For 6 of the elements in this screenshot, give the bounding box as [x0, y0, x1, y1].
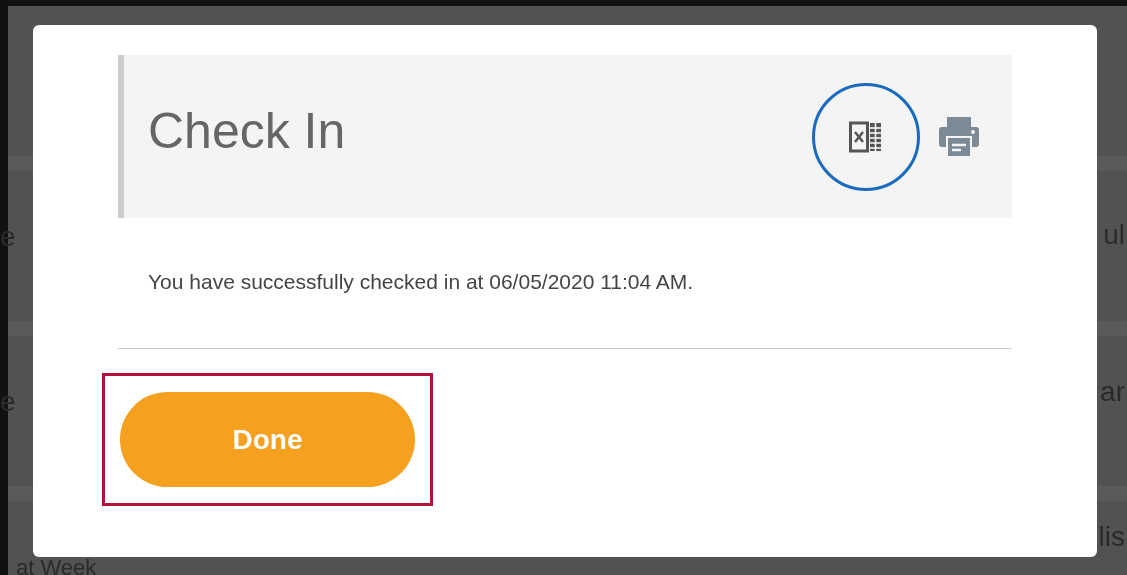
- dialog-title: Check In: [148, 101, 346, 160]
- done-button[interactable]: Done: [120, 392, 415, 487]
- excel-export-button[interactable]: [812, 82, 920, 191]
- print-icon[interactable]: [938, 114, 980, 159]
- spreadsheet-icon: [849, 120, 883, 153]
- confirmation-message: You have successfully checked in at 06/05/2020 11:04 AM.: [148, 270, 695, 294]
